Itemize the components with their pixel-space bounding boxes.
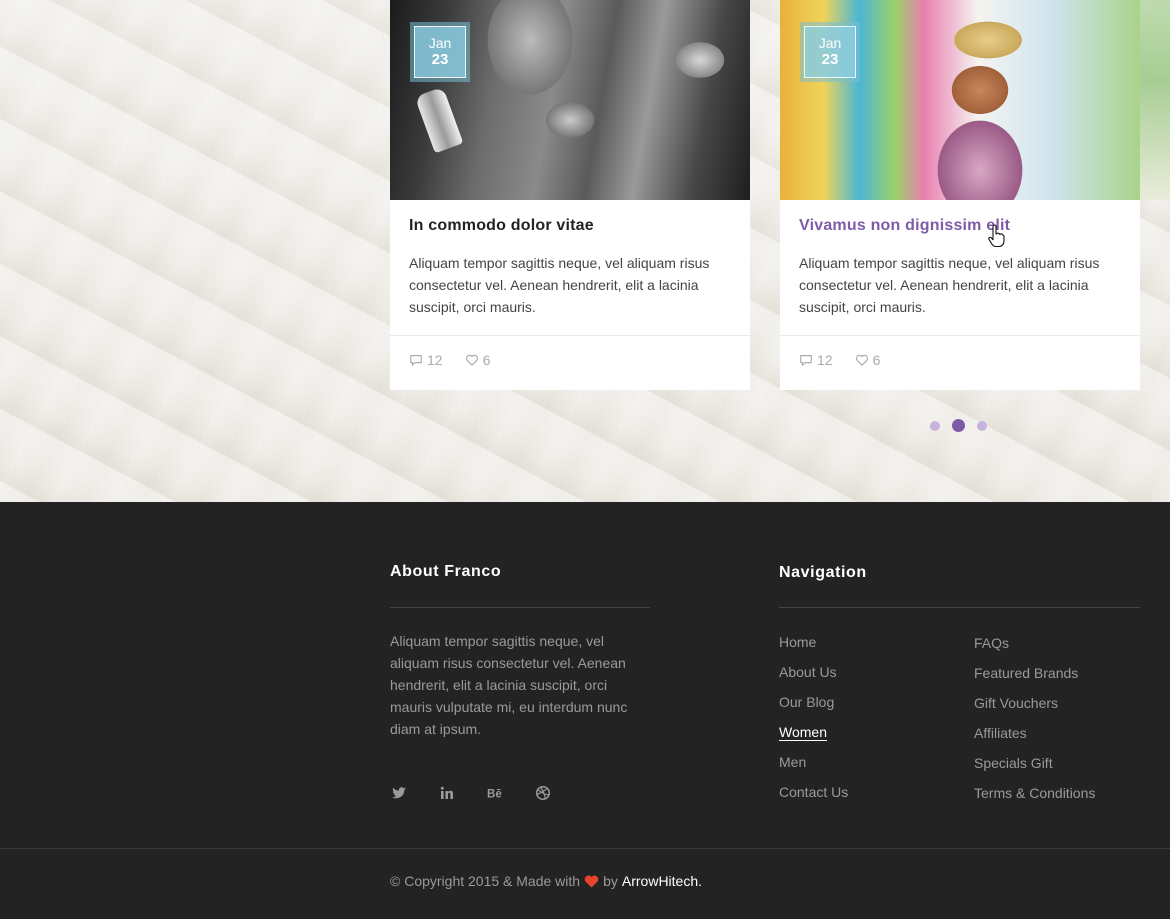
comments-count[interactable]: 12 — [409, 352, 443, 368]
likes-count[interactable]: 6 — [465, 352, 491, 368]
next-card-preview[interactable] — [1140, 0, 1170, 200]
date-month: Jan — [428, 35, 452, 51]
footer: About Franco Aliquam tempor sagittis neq… — [0, 502, 1170, 919]
comments-value: 12 — [817, 352, 833, 368]
footer-link-affiliates[interactable]: Affiliates — [974, 723, 1095, 753]
copyright-text: © Copyright 2015 & Made with — [390, 873, 581, 889]
linkedin-icon[interactable] — [438, 784, 456, 802]
brand-link[interactable]: ArrowHitech. — [622, 873, 702, 889]
footer-link-men[interactable]: Men — [779, 752, 848, 782]
copyright: © Copyright 2015 & Made with by ArrowHit… — [390, 873, 702, 889]
blog-section: Jan 23 In commodo dolor vitae Aliquam te… — [0, 0, 1170, 502]
date-badge: Jan 23 — [410, 22, 470, 82]
twitter-icon[interactable] — [390, 784, 408, 802]
footer-link-faqs[interactable]: FAQs — [974, 633, 1095, 663]
post-card[interactable]: Jan 23 In commodo dolor vitae Aliquam te… — [390, 0, 750, 390]
heart-outline-icon — [465, 354, 478, 366]
post-excerpt: Aliquam tempor sagittis neque, vel aliqu… — [409, 255, 710, 315]
footer-link-featured-brands[interactable]: Featured Brands — [974, 663, 1095, 693]
date-day: 23 — [431, 51, 449, 68]
comment-icon — [410, 355, 422, 366]
likes-count[interactable]: 6 — [855, 352, 881, 368]
hand-cursor-icon — [988, 224, 1005, 248]
footer-link-gift-vouchers[interactable]: Gift Vouchers — [974, 693, 1095, 723]
comments-value: 12 — [427, 352, 443, 368]
likes-value: 6 — [872, 352, 881, 368]
footer-link-home[interactable]: Home — [779, 632, 848, 662]
date-day: 23 — [821, 51, 839, 68]
carousel-dot-2[interactable] — [952, 419, 965, 432]
navigation-divider — [779, 607, 1140, 608]
carousel-pagination — [930, 419, 987, 432]
comments-count[interactable]: 12 — [799, 352, 833, 368]
footer-link-our-blog[interactable]: Our Blog — [779, 692, 848, 722]
heart-outline-icon — [855, 354, 868, 366]
carousel-dot-1[interactable] — [930, 420, 940, 431]
footer-link-contact-us[interactable]: Contact Us — [779, 782, 848, 812]
about-text: Aliquam tempor sagittis neque, vel aliqu… — [390, 633, 628, 737]
post-title[interactable]: Vivamus non dignissim elit — [799, 217, 1010, 235]
post-meta: 12 6 — [799, 352, 902, 368]
date-month: Jan — [818, 35, 842, 51]
post-image[interactable]: Jan 23 — [390, 0, 750, 200]
divider — [780, 335, 1140, 336]
footer-link-about-us[interactable]: About Us — [779, 662, 848, 692]
about-divider — [390, 607, 650, 608]
carousel-dot-3[interactable] — [977, 420, 987, 431]
heart-icon — [584, 875, 599, 888]
post-excerpt: Aliquam tempor sagittis neque, vel aliqu… — [799, 255, 1100, 315]
behance-icon[interactable]: Bē — [486, 784, 504, 802]
dribbble-icon[interactable] — [534, 784, 552, 802]
footer-bottom-divider — [0, 848, 1170, 849]
footer-link-specials-gift[interactable]: Specials Gift — [974, 753, 1095, 783]
date-badge: Jan 23 — [800, 22, 860, 82]
post-card[interactable]: Jan 23 Vivamus non dignissim elit Aliqua… — [780, 0, 1140, 390]
footer-link-women[interactable]: Women — [779, 722, 848, 752]
copyright-by: by — [603, 873, 618, 889]
navigation-title: Navigation — [779, 564, 867, 581]
post-meta: 12 6 — [409, 352, 512, 368]
divider — [390, 335, 750, 336]
footer-nav-left: Home About Us Our Blog Women Men Contact… — [779, 632, 848, 812]
social-links: Bē — [390, 784, 552, 802]
bottle-shape — [414, 86, 464, 154]
about-title: About Franco — [390, 563, 502, 580]
comment-icon — [800, 355, 812, 366]
footer-link-terms[interactable]: Terms & Conditions — [974, 783, 1095, 813]
footer-nav-right: FAQs Featured Brands Gift Vouchers Affil… — [974, 633, 1095, 813]
post-title[interactable]: In commodo dolor vitae — [409, 217, 594, 235]
svg-text:Bē: Bē — [487, 788, 502, 800]
likes-value: 6 — [482, 352, 491, 368]
post-image[interactable]: Jan 23 — [780, 0, 1140, 200]
